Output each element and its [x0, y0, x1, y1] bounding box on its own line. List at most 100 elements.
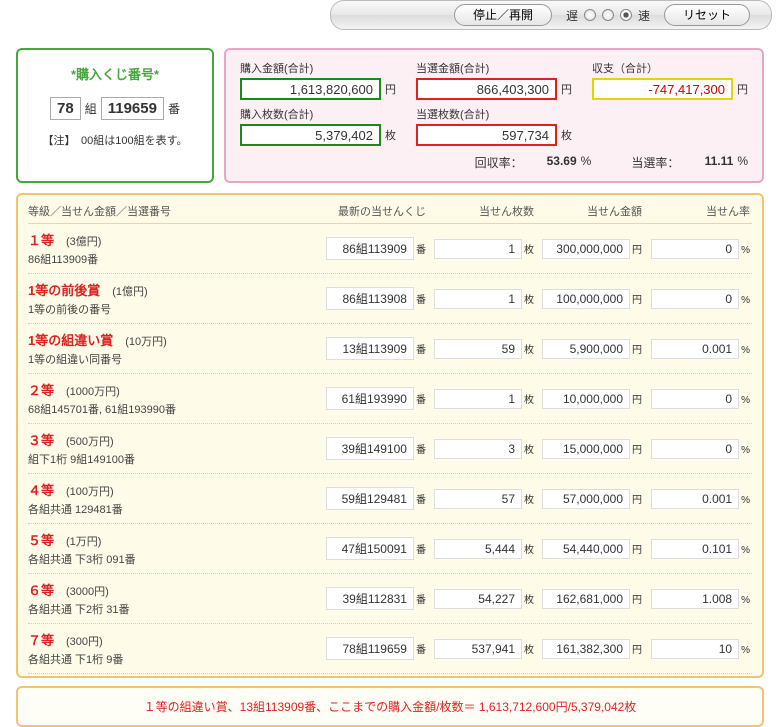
win-amount-label: 当選金額(合計) — [416, 60, 572, 76]
win-amount: 54,440,000 — [542, 539, 630, 559]
prize-amount-label: (300円) — [66, 636, 103, 648]
prize-name: ５等 — [28, 533, 54, 548]
prize-numbers: 各組共通 下1桁 9番 — [28, 651, 318, 667]
prize-numbers: 86組113909番 — [28, 251, 318, 267]
pause-resume-button[interactable]: 停止／再開 — [454, 4, 552, 26]
speed-fast-radio[interactable] — [620, 9, 632, 21]
latest-draw: 59組129481 — [326, 487, 414, 510]
win-amount: 300,000,000 — [542, 239, 630, 259]
num-label: 番 — [168, 100, 180, 117]
prize-name: 1等の組違い賞 — [28, 333, 113, 348]
prize-cell: ６等(3000円)各組共通 下2桁 31番 — [28, 580, 318, 617]
latest-draw: 13組113909 — [326, 337, 414, 360]
reset-button[interactable]: リセット — [664, 4, 750, 26]
mai-unit: 枚 — [385, 127, 396, 143]
table-row: 1等の組違い賞(10万円)1等の組違い同番号13組113909番59枚5,900… — [28, 324, 752, 374]
prize-name: ２等 — [28, 383, 54, 398]
prize-numbers: 1等の組違い同番号 — [28, 351, 318, 367]
win-count-label: 当選枚数(合計) — [416, 106, 572, 122]
prize-amount-label: (100万円) — [66, 486, 114, 498]
win-rate: 0 — [651, 439, 739, 459]
prize-amount-label: (10万円) — [125, 336, 167, 348]
ticket-num: 119659 — [101, 97, 164, 120]
prize-cell: ３等(500万円)組下1桁 9組149100番 — [28, 430, 318, 467]
prize-numbers: 各組共通 下3桁 091番 — [28, 551, 318, 567]
win-count: 1 — [434, 389, 522, 409]
speed-slow-radio[interactable] — [584, 9, 596, 21]
win-rate: 0.001 — [651, 339, 739, 359]
win-amount: 57,000,000 — [542, 489, 630, 509]
buy-count-label: 購入枚数(合計) — [240, 106, 396, 122]
prize-table: 等級／当せん金額／当選番号 最新の当せんくじ 当せん枚数 当せん金額 当せん率 … — [16, 193, 764, 678]
prize-cell: ７等(300円)各組共通 下1桁 9番 — [28, 630, 318, 667]
table-row: ４等(100万円)各組共通 129481番59組129481番57枚57,000… — [28, 474, 752, 524]
header-left: 等級／当せん金額／当選番号 — [28, 203, 318, 219]
prize-cell: 1等の組違い賞 (10万円) 1等の組違い同番号 — [28, 330, 318, 367]
win-rate: 0.001 — [651, 489, 739, 509]
latest-draw: 39組112831 — [326, 587, 414, 610]
win-amount: 100,000,000 — [542, 289, 630, 309]
header-count: 当せん枚数 — [426, 203, 534, 219]
win-count: 57 — [434, 489, 522, 509]
recovery-label: 回収率： — [475, 154, 523, 171]
prize-amount-label: (1億円) — [112, 286, 147, 298]
table-row: 1等の前後賞(1億円)1等の前後の番号86組113908番1枚100,000,0… — [28, 274, 752, 324]
top-toolbar: 停止／再開 遅 速 リセット — [0, 0, 780, 40]
win-amount: 161,382,300 — [542, 639, 630, 659]
ticket-number: 78 組 119659 番 — [26, 97, 204, 120]
prize-amount-label: (1万円) — [66, 536, 101, 548]
latest-draw: 39組149100 — [326, 437, 414, 460]
hitrate-value: 11.11 — [683, 154, 733, 171]
prize-numbers: 68組145701番, 61組193990番 — [28, 401, 318, 417]
latest-draw: 86組113908 — [326, 287, 414, 310]
table-row: ５等(1万円)各組共通 下3桁 091番47組150091番5,444枚54,4… — [28, 524, 752, 574]
yen-unit: 円 — [385, 81, 396, 97]
prize-numbers: 各組共通 下2桁 31番 — [28, 601, 318, 617]
win-amount: 10,000,000 — [542, 389, 630, 409]
recovery-value: 53.69 — [527, 154, 577, 171]
prize-name: 1等の前後賞 — [28, 283, 100, 298]
header-latest: 最新の当せんくじ — [318, 203, 426, 219]
header-amount: 当せん金額 — [534, 203, 642, 219]
fast-label: 速 — [638, 7, 650, 24]
prize-name: ４等 — [28, 483, 54, 498]
win-amount: 5,900,000 — [542, 339, 630, 359]
win-count: 1 — [434, 239, 522, 259]
win-count: 537,941 — [434, 639, 522, 659]
prize-cell: ４等(100万円)各組共通 129481番 — [28, 480, 318, 517]
buy-count-value: 5,379,402 — [240, 124, 381, 146]
prize-name: １等 — [28, 233, 54, 248]
win-amount: 15,000,000 — [542, 439, 630, 459]
stats-panel: 購入金額(合計) 1,613,820,600円 当選金額(合計) 866,403… — [224, 48, 764, 183]
win-count: 54,227 — [434, 589, 522, 609]
win-count: 59 — [434, 339, 522, 359]
win-count-value: 597,734 — [416, 124, 557, 146]
prize-amount-label: (1000万円) — [66, 386, 120, 398]
upper-panels: *購入くじ番号* 78 組 119659 番 【注】 00組は100組を表す。 … — [0, 48, 780, 183]
hitrate-label: 当選率： — [631, 154, 679, 171]
win-count: 5,444 — [434, 539, 522, 559]
prize-cell: ５等 (1万円) 各組共通 下3桁 091番 — [28, 530, 318, 567]
speed-mid-radio[interactable] — [602, 9, 614, 21]
win-amount-value: 866,403,300 — [416, 78, 557, 100]
table-row: ３等(500万円)組下1桁 9組149100番39組149100番3枚15,00… — [28, 424, 752, 474]
event-message: １等の組違い賞、13組113909番、ここまでの購入金額/枚数＝ 1,613,7… — [16, 686, 764, 727]
slow-label: 遅 — [566, 7, 578, 24]
prize-numbers: 1等の前後の番号 — [28, 301, 318, 317]
prize-cell: 1等の前後賞 (1億円) 1等の前後の番号 — [28, 280, 318, 317]
win-amount: 162,681,000 — [542, 589, 630, 609]
table-row: ２等(1000万円)68組145701番, 61組193990番61組19399… — [28, 374, 752, 424]
balance-label: 収支（合計） — [592, 60, 748, 76]
table-row: ６等(3000円)各組共通 下2桁 31番39組112831番54,227枚16… — [28, 574, 752, 624]
ticket-kumi: 78 — [50, 97, 81, 120]
latest-draw: 47組150091 — [326, 537, 414, 560]
table-header: 等級／当せん金額／当選番号 最新の当せんくじ 当せん枚数 当せん金額 当せん率 — [28, 203, 752, 224]
ticket-title: *購入くじ番号* — [26, 64, 204, 83]
prize-cell: ２等 (1000万円) 68組145701番, 61組193990番 — [28, 380, 318, 417]
prize-numbers: 組下1桁 9組149100番 — [28, 451, 318, 467]
latest-draw: 78組119659 — [326, 637, 414, 660]
header-rate: 当せん率 — [642, 203, 750, 219]
win-count: 3 — [434, 439, 522, 459]
win-rate: 0.101 — [651, 539, 739, 559]
buy-amount-value: 1,613,820,600 — [240, 78, 381, 100]
